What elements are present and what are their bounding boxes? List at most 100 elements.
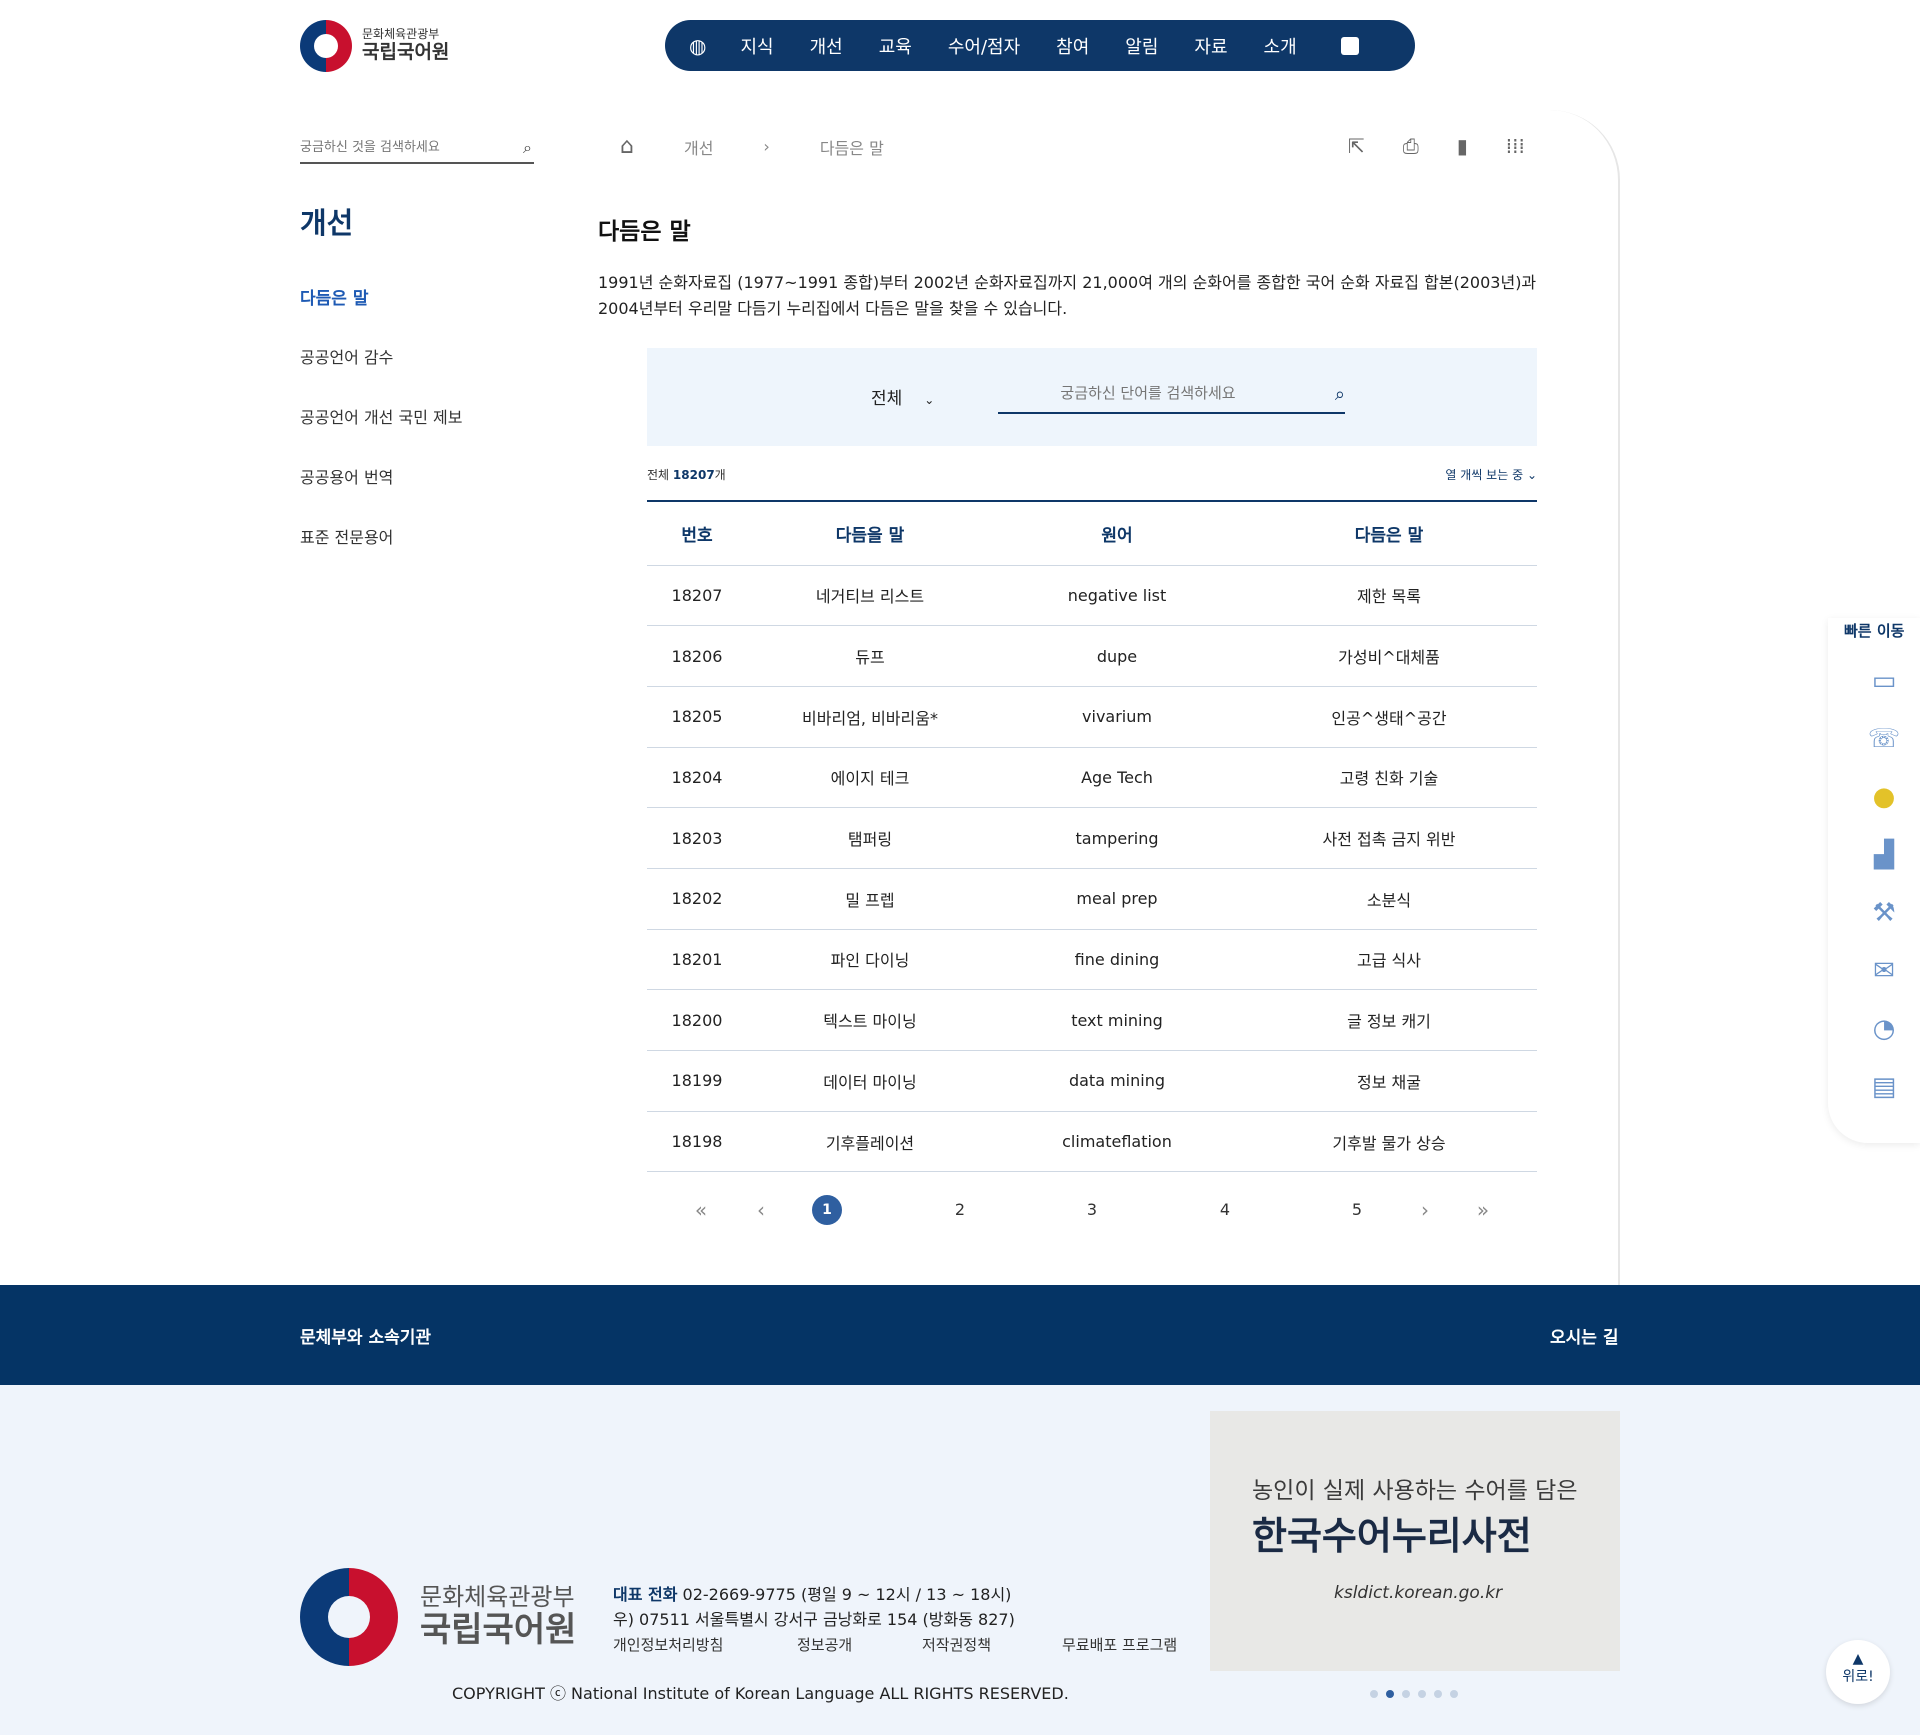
- sidebar-item-public-report[interactable]: 공공언어 개선 국민 제보: [300, 404, 462, 464]
- logo-institute-text: 국립국어원: [362, 40, 450, 63]
- nav-item-notice[interactable]: 알림: [1125, 33, 1158, 59]
- page-title: 다듬은 말: [598, 219, 691, 245]
- cell-word-to-refine[interactable]: 텍스트 마이닝: [747, 989, 993, 1051]
- free-program-link[interactable]: 무료배포 프로그램: [1062, 1634, 1177, 1655]
- footer-logo-institute: 국립국어원: [420, 1610, 577, 1651]
- scroll-top-button[interactable]: ▲ 위로!: [1826, 1640, 1890, 1704]
- information-disclosure-link[interactable]: 정보공개: [797, 1634, 922, 1655]
- nav-item-resources[interactable]: 자료: [1194, 33, 1227, 59]
- total-label: 전체: [647, 468, 670, 482]
- breadcrumb-level2[interactable]: 다듬은 말: [820, 135, 884, 159]
- banner-dot[interactable]: [1402, 1690, 1410, 1698]
- sidebar-item-refined-words[interactable]: 다듬은 말: [300, 284, 462, 344]
- talk-icon[interactable]: ●: [1864, 778, 1904, 816]
- next-page-icon[interactable]: ›: [1414, 1195, 1436, 1225]
- phone-text: 02-2669-9775 (평일 9 ~ 12시 / 13 ~ 18시): [682, 1585, 1012, 1604]
- cell-word-to-refine[interactable]: 듀프: [747, 625, 993, 687]
- page-4-button[interactable]: 4: [1215, 1195, 1235, 1225]
- page-1-button[interactable]: 1: [812, 1195, 842, 1225]
- affiliated-institutions-link[interactable]: 문체부와 소속기관: [300, 1323, 431, 1348]
- cell-refined-word: 소분식: [1241, 868, 1537, 930]
- home-icon[interactable]: ⌂: [620, 134, 634, 159]
- cell-number: 18201: [647, 929, 747, 991]
- tools-icon[interactable]: ⚒: [1864, 894, 1904, 932]
- column-header-original: 원어: [993, 500, 1241, 566]
- page-3-button[interactable]: 3: [1082, 1195, 1102, 1225]
- banner-dot[interactable]: [1450, 1690, 1458, 1698]
- page-size-select[interactable]: 열 개씩 보는 중 ⌄: [1445, 466, 1537, 483]
- phone-icon[interactable]: ☏: [1864, 720, 1904, 758]
- last-page-icon[interactable]: »: [1472, 1195, 1494, 1225]
- cell-word-to-refine[interactable]: 파인 다이닝: [747, 929, 993, 991]
- banner-dot[interactable]: [1418, 1690, 1426, 1698]
- nav-item-knowledge[interactable]: 지식: [740, 33, 773, 59]
- column-header-word-to-refine: 다듬을 말: [747, 500, 993, 566]
- prev-page-icon[interactable]: ‹: [750, 1195, 772, 1225]
- banner-dot[interactable]: [1370, 1690, 1378, 1698]
- sidebar-search-input[interactable]: [300, 134, 500, 155]
- privacy-policy-link[interactable]: 개인정보처리방침: [613, 1634, 797, 1655]
- table-row[interactable]: 18206 듀프 dupe 가성비^대체품: [647, 625, 1537, 687]
- search-icon[interactable]: ⌕: [523, 138, 532, 158]
- cell-word-to-refine[interactable]: 밀 프렙: [747, 868, 993, 930]
- banner-dot[interactable]: [1434, 1690, 1442, 1698]
- cell-word-to-refine[interactable]: 비바리엄, 비바리움*: [747, 686, 993, 748]
- grid-menu-icon[interactable]: ⁞⁞⁞: [1506, 134, 1525, 158]
- word-search-box: 전체 ⌄ ⌕: [647, 348, 1537, 446]
- cell-word-to-refine[interactable]: 탬퍼링: [747, 807, 993, 869]
- nav-item-sign-braille[interactable]: 수어/점자: [948, 33, 1020, 59]
- header-logo[interactable]: 문화체육관광부 국립국어원: [300, 20, 449, 72]
- monitor-icon[interactable]: ▭: [1864, 662, 1904, 700]
- banner-url: ksldict.korean.go.kr: [1334, 1583, 1503, 1603]
- nav-item-improvement[interactable]: 개선: [810, 33, 843, 59]
- sidebar-item-public-term-translation[interactable]: 공공용어 번역: [300, 464, 462, 524]
- nav-item-about[interactable]: 소개: [1264, 33, 1297, 59]
- thumbs-up-icon[interactable]: ▟: [1864, 836, 1904, 874]
- search-icon[interactable]: ⌕: [1335, 384, 1345, 405]
- mail-icon[interactable]: ✉: [1864, 952, 1904, 990]
- cell-refined-word: 고령 친화 기술: [1241, 747, 1537, 809]
- sidebar-item-public-language-review[interactable]: 공공언어 감수: [300, 344, 462, 404]
- cell-word-to-refine[interactable]: 네거티브 리스트: [747, 565, 993, 627]
- table-row[interactable]: 18205 비바리엄, 비바리움* vivarium 인공^생태^공간: [647, 686, 1537, 748]
- cell-word-to-refine[interactable]: 데이터 마이닝: [747, 1050, 993, 1112]
- table-row[interactable]: 18203 탬퍼링 tampering 사전 접촉 금지 위반: [647, 807, 1537, 869]
- page-2-button[interactable]: 2: [950, 1195, 970, 1225]
- table-row[interactable]: 18201 파인 다이닝 fine dining 고급 식사: [647, 929, 1537, 991]
- word-search-field: ⌕: [998, 378, 1345, 414]
- all-menu-icon[interactable]: [1340, 36, 1359, 55]
- table-row[interactable]: 18199 데이터 마이닝 data mining 정보 채굴: [647, 1050, 1537, 1112]
- nav-item-participation[interactable]: 참여: [1056, 33, 1089, 59]
- cell-original: vivarium: [993, 686, 1241, 748]
- table-row[interactable]: 18202 밀 프렙 meal prep 소분식: [647, 868, 1537, 930]
- first-page-icon[interactable]: «: [690, 1195, 712, 1225]
- cell-word-to-refine[interactable]: 기후플레이션: [747, 1111, 993, 1173]
- globe-icon[interactable]: ◍: [689, 34, 706, 58]
- document-icon[interactable]: ▮: [1457, 134, 1468, 158]
- sidebar-title: 개선: [300, 206, 354, 240]
- cell-refined-word: 기후발 물가 상승: [1241, 1111, 1537, 1173]
- copyright-policy-link[interactable]: 저작권정책: [922, 1634, 1062, 1655]
- document-icon[interactable]: ▤: [1864, 1068, 1904, 1106]
- table-row[interactable]: 18204 에이지 테크 Age Tech 고령 친화 기술: [647, 747, 1537, 809]
- share-icon[interactable]: ⇱: [1348, 134, 1365, 158]
- table-row[interactable]: 18198 기후플레이션 climateflation 기후발 물가 상승: [647, 1111, 1537, 1173]
- chat-icon[interactable]: ◔: [1864, 1010, 1904, 1048]
- sidebar-item-standard-terms[interactable]: 표준 전문용어: [300, 524, 462, 584]
- print-icon[interactable]: ⎙: [1403, 134, 1419, 158]
- nav-item-education[interactable]: 교육: [879, 33, 912, 59]
- cell-number: 18198: [647, 1111, 747, 1173]
- banner-dot-active[interactable]: [1386, 1690, 1394, 1698]
- table-row[interactable]: 18207 네거티브 리스트 negative list 제한 목록: [647, 565, 1537, 627]
- directions-link[interactable]: 오시는 길: [1550, 1323, 1618, 1348]
- category-select[interactable]: 전체 ⌄: [871, 384, 934, 409]
- cell-word-to-refine[interactable]: 에이지 테크: [747, 747, 993, 809]
- table-header-row: 번호 다듬을 말 원어 다듬은 말: [647, 500, 1537, 566]
- sign-dictionary-banner[interactable]: 농인이 실제 사용하는 수어를 담은 한국수어누리사전 ksldict.kore…: [1210, 1411, 1620, 1671]
- column-header-refined-word: 다듬은 말: [1241, 500, 1537, 566]
- table-row[interactable]: 18200 텍스트 마이닝 text mining 글 정보 캐기: [647, 989, 1537, 1051]
- breadcrumb-level1[interactable]: 개선: [684, 135, 713, 159]
- word-search-input[interactable]: [998, 378, 1298, 402]
- page-5-button[interactable]: 5: [1347, 1195, 1367, 1225]
- cell-refined-word: 제한 목록: [1241, 565, 1537, 627]
